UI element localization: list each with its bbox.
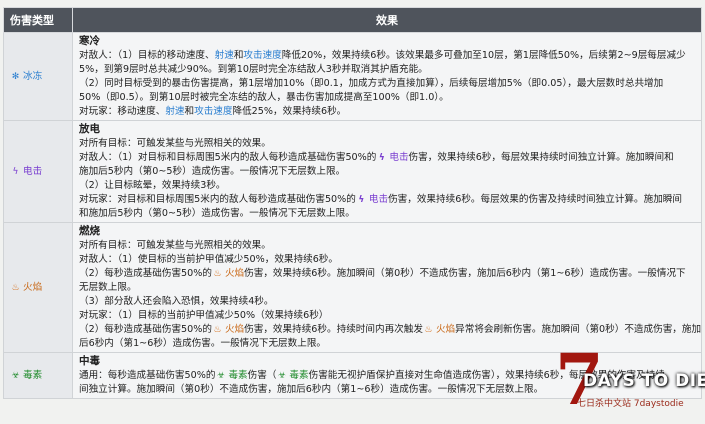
effect-line: （2）每秒造成基础伤害50%的♨ 火焰伤害，效果持续6秒。施加瞬间（第0秒）不造成… bbox=[79, 267, 695, 281]
effect-text: 和施加后5秒内（第0~5秒）造成伤害。一般情况下无层数上限。 bbox=[79, 208, 355, 219]
effect-line: （2）让目标眩晕，效果持续3秒。 bbox=[79, 179, 695, 193]
site-logo: 7 DAYS TO DIE 七日杀中文站 7daystodie bbox=[555, 345, 705, 424]
effect-line: 和施加后5秒内（第0~5秒）造成伤害。一般情况下无层数上限。 bbox=[79, 207, 695, 221]
effect-cell: 燃烧对所有目标：可触发某些与光照相关的效果。对敌人：（1）使目标的当前护甲值减少… bbox=[72, 222, 702, 353]
effect-text: 伤害，效果持续6秒。每层效果的伤害及持续时间独立计算。施加瞬间 bbox=[388, 194, 682, 205]
fire-link[interactable]: 火焰 bbox=[225, 324, 244, 335]
fire-link[interactable]: 火焰 bbox=[436, 324, 455, 335]
effect-line: 50%（即0.5）。到第10层时被完全冻结的敌人，暴击伤害加成提高至100%（即… bbox=[79, 91, 695, 105]
effect-text: 对敌人：（1）目标的移动速度、 bbox=[79, 50, 215, 61]
table-header-row: 伤害类型 效果 bbox=[3, 7, 702, 33]
flame-icon: ♨ bbox=[213, 325, 222, 335]
effect-line: 对玩家：对目标和目标周围5米内的敌人每秒造成基础伤害50%的 ϟ 电击伤害，效果持续… bbox=[79, 193, 695, 207]
effect-title: 寒冷 bbox=[79, 35, 100, 47]
effect-text: （2）同时目标受到的暴击伤害提高，第1层增加10%（即0.1，加成方式为直接加算… bbox=[79, 78, 664, 89]
flame-icon: ♨ bbox=[11, 282, 20, 293]
effect-line: （3）部分敌人还会陷入恐惧，效果持续4秒。 bbox=[79, 295, 695, 309]
lightning-icon: ϟ bbox=[378, 153, 385, 163]
effect-line: 对所有目标：可触发某些与光照相关的效果。 bbox=[79, 137, 695, 151]
header-effect: 效果 bbox=[72, 7, 702, 33]
fire-link[interactable]: 火焰 bbox=[225, 268, 244, 279]
biohazard-icon: ☣ bbox=[277, 371, 286, 381]
effect-line: 对所有目标：可触发某些与光照相关的效果。 bbox=[79, 239, 695, 253]
effect-line: 对玩家：（1）目标的当前护甲值减少50%（效果持续6秒） bbox=[79, 309, 695, 323]
damage-type-name[interactable]: 冰冻 bbox=[23, 71, 42, 82]
effect-text: 异常将会刷新伤害。施加瞬间（第0秒）不造成伤害，施加 bbox=[455, 324, 702, 335]
effect-line: 对敌人：（1）目标的移动速度、射速和攻击速度降低20%，效果持续6秒。该效果最多… bbox=[79, 49, 695, 63]
effect-text: 伤害（ bbox=[247, 370, 277, 381]
damage-type-name[interactable]: 电击 bbox=[23, 166, 42, 177]
stat-link[interactable]: 攻击速度 bbox=[243, 50, 281, 61]
effect-title: 放电 bbox=[79, 123, 100, 135]
effect-text: 对所有目标：可触发某些与光照相关的效果。 bbox=[79, 138, 271, 149]
damage-type-cell: ϟ 电击 bbox=[3, 120, 73, 223]
logo-title: DAYS TO DIE bbox=[583, 371, 705, 391]
effect-text: 和 bbox=[184, 106, 195, 117]
effect-text: 对玩家：（1）目标的当前护甲值减少50%（效果持续6秒） bbox=[79, 310, 329, 321]
wiki-table-panel: 伤害类型 效果 ✻ 冰冻 寒冷 对敌人：（1）目标的移动速度、射速和攻击速度降低20%… bbox=[0, 0, 705, 424]
effect-cell: 寒冷 对敌人：（1）目标的移动速度、射速和攻击速度降低20%，效果持续6秒。该效果… bbox=[72, 32, 702, 121]
effect-line: 5%，到第9层时总共减少90%。到第10层时完全冻结敌人3秒并取消其护盾充能。 bbox=[79, 63, 695, 77]
effect-text: （2）每秒造成基础伤害50%的 bbox=[79, 324, 212, 335]
effect-text: 无层数上限。 bbox=[79, 282, 137, 293]
damage-type-cell: ♨ 火焰 bbox=[3, 222, 73, 353]
lightning-icon: ϟ bbox=[358, 195, 365, 205]
effect-line: 无层数上限。 bbox=[79, 281, 695, 295]
stat-link[interactable]: 攻击速度 bbox=[194, 106, 232, 117]
damage-type-cell: ✻ 冰冻 bbox=[3, 32, 73, 121]
effect-text: 通用：每秒造成基础伤害50%的 bbox=[79, 370, 216, 381]
damage-type-cell: ☣ 毒素 bbox=[3, 352, 73, 399]
effect-text: （2）每秒造成基础伤害50%的 bbox=[79, 268, 212, 279]
stat-link[interactable]: 射速 bbox=[165, 106, 184, 117]
effect-line: 对敌人：（1）对目标和目标周围5米内的敌人每秒造成基础伤害50%的 ϟ 电击伤害，效… bbox=[79, 151, 695, 165]
effect-line: 对敌人：（1）使目标的当前护甲值减少50%，效果持续6秒。 bbox=[79, 253, 695, 267]
effect-text: 后6秒内（第1~6秒）造成伤害。一般情况下无层数上限。 bbox=[79, 338, 327, 349]
flame-icon: ♨ bbox=[424, 325, 433, 335]
table-row: ϟ 电击 放电 对所有目标：可触发某些与光照相关的效果。 对敌人：（1）对目标和目标周围… bbox=[3, 120, 702, 223]
effect-text: 对玩家：对目标和目标周围5米内的敌人每秒造成基础伤害50%的 bbox=[79, 194, 356, 205]
effect-text: 和 bbox=[233, 50, 244, 61]
flame-icon: ♨ bbox=[213, 269, 222, 279]
effect-text: （3）部分敌人还会陷入恐惧，效果持续4秒。 bbox=[79, 296, 274, 307]
effect-text: 伤害，效果持续6秒。持续时间内再次触发 bbox=[244, 324, 423, 335]
poison-link[interactable]: 毒素 bbox=[289, 370, 308, 381]
effect-title: 燃烧 bbox=[79, 225, 100, 237]
effect-text: 施加后5秒内（第0~5秒）造成伤害。一般情况下无层数上限。 bbox=[79, 166, 346, 177]
effect-line: （2）每秒造成基础伤害50%的♨ 火焰伤害，效果持续6秒。持续时间内再次触发♨ 火焰… bbox=[79, 323, 701, 337]
biohazard-icon: ☣ bbox=[216, 371, 225, 381]
effect-cell: 放电对所有目标：可触发某些与光照相关的效果。对敌人：（1）对目标和目标周围5米内… bbox=[72, 120, 702, 223]
table-row: ✻ 冰冻 寒冷 对敌人：（1）目标的移动速度、射速和攻击速度降低20%，效果持续6秒。… bbox=[3, 32, 702, 121]
effect-text: 降低25%，效果持续6秒。 bbox=[232, 106, 347, 117]
effect-text: 对敌人：（1）使目标的当前护甲值减少50%，效果持续6秒。 bbox=[79, 254, 338, 265]
logo-subtitle: 七日杀中文站 7daystodie bbox=[577, 399, 684, 409]
effect-text: 间独立计算。施加瞬间（第0秒）不造成伤害，施加后6秒内（第1~6秒）造成伤害。一… bbox=[79, 384, 544, 395]
effect-text: 伤害，效果持续6秒。施加瞬间（第0秒）不造成伤害，施加后6秒内（第1~6秒）造成… bbox=[244, 268, 686, 279]
effect-text: 对敌人：（1）对目标和目标周围5米内的敌人每秒造成基础伤害50%的 bbox=[79, 152, 377, 163]
shock-link[interactable]: 电击 bbox=[389, 152, 408, 163]
effect-text: 伤害，效果持续6秒，每层效果持续时间独立计算。施加瞬间和 bbox=[408, 152, 674, 163]
poison-link[interactable]: 毒素 bbox=[228, 370, 247, 381]
effect-text: 对玩家：移动速度、 bbox=[79, 106, 166, 117]
effect-text: 5%，到第9层时总共减少90%。到第10层时完全冻结敌人3秒并取消其护盾充能。 bbox=[79, 64, 428, 75]
lightning-icon: ϟ bbox=[12, 166, 19, 177]
effect-text: （2）让目标眩晕，效果持续3秒。 bbox=[79, 180, 226, 191]
effect-line: （2）同时目标受到的暴击伤害提高，第1层增加10%（即0.1，加成方式为直接加算… bbox=[79, 77, 695, 91]
effect-line: 施加后5秒内（第0~5秒）造成伤害。一般情况下无层数上限。 bbox=[79, 165, 695, 179]
shock-link[interactable]: 电击 bbox=[369, 194, 388, 205]
effect-text: 降低20%，效果持续6秒。该效果最多可叠加至10层，第1层降低50%，后续第2~… bbox=[281, 50, 686, 61]
damage-type-name[interactable]: 火焰 bbox=[23, 282, 42, 293]
biohazard-icon: ☣ bbox=[11, 370, 20, 381]
table-row: ♨ 火焰 燃烧 对所有目标：可触发某些与光照相关的效果。 对敌人：（1）使目标的当前护甲… bbox=[3, 222, 702, 353]
stat-link[interactable]: 射速 bbox=[215, 50, 234, 61]
header-damage-type: 伤害类型 bbox=[3, 7, 73, 33]
effect-text: 50%（即0.5）。到第10层时被完全冻结的敌人，暴击伤害加成提高至100%（即… bbox=[79, 92, 449, 103]
snowflake-icon: ✻ bbox=[11, 71, 20, 82]
effect-text: 对所有目标：可触发某些与光照相关的效果。 bbox=[79, 240, 271, 251]
damage-type-name[interactable]: 毒素 bbox=[23, 370, 42, 381]
effect-line: 对玩家：移动速度、射速和攻击速度降低25%，效果持续6秒。 bbox=[79, 105, 695, 119]
